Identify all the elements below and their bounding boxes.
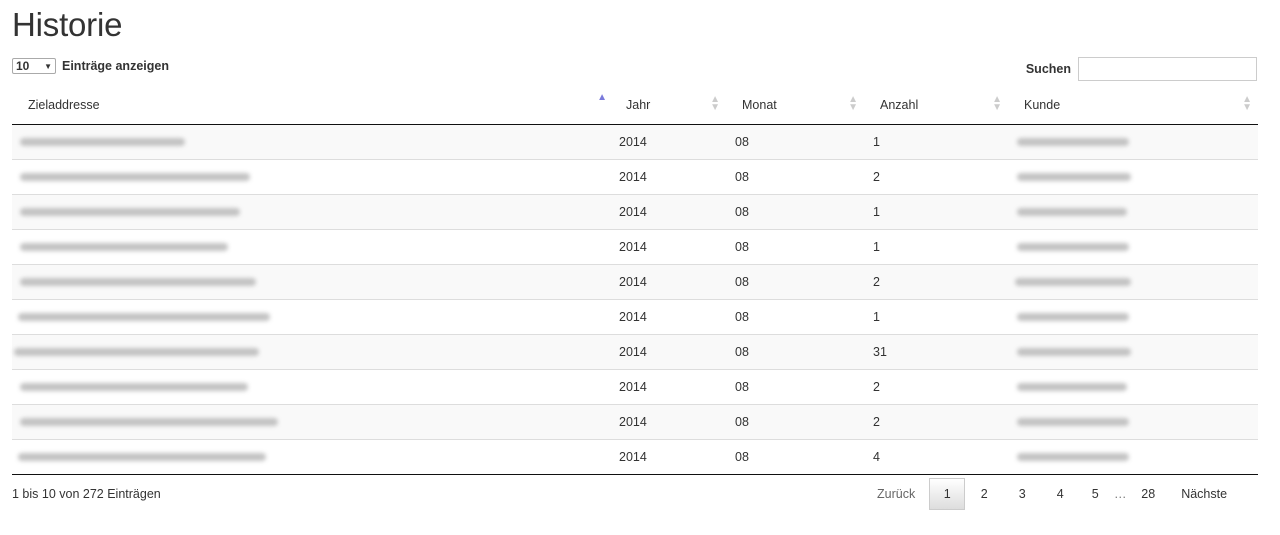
search-control: Suchen [1026,57,1257,81]
cell-monat: 08 [735,310,749,324]
sort-asc-icon: ▲ [597,92,607,103]
pagination-page-1[interactable]: 1 [929,478,966,510]
cell-anzahl: 4 [873,450,880,464]
address-redacted [14,335,259,369]
table-row: 2014 08 2 [12,265,1258,300]
cell-anzahl: 1 [873,205,880,219]
cell-monat: 08 [735,240,749,254]
column-header-label: Kunde [1024,98,1061,112]
page-length-value: 10 [16,59,30,73]
pagination-page-3[interactable]: 3 [1003,478,1041,510]
cell-jahr: 2014 [619,275,647,289]
cell-anzahl: 31 [873,345,887,359]
pagination-ellipsis: … [1113,487,1127,501]
customer-redacted [1017,405,1129,439]
table-row: 2014 08 31 [12,335,1258,370]
customer-redacted [1015,265,1131,299]
page-title: Historie [12,6,123,43]
address-redacted [20,230,228,264]
cell-anzahl: 1 [873,310,880,324]
cell-anzahl: 1 [873,135,880,149]
cell-anzahl: 2 [873,275,880,289]
sort-both-icon: ▲ ▼ [848,94,858,113]
customer-redacted [1017,195,1127,229]
chevron-down-icon: ▼ [44,61,52,71]
cell-monat: 08 [735,380,749,394]
cell-anzahl: 2 [873,380,880,394]
address-redacted [18,300,270,334]
column-header-kunde[interactable]: Kunde ▲ ▼ [1012,86,1252,124]
cell-jahr: 2014 [619,310,647,324]
cell-jahr: 2014 [619,450,647,464]
table-row: 2014 08 1 [12,125,1258,160]
table-row: 2014 08 1 [12,195,1258,230]
cell-monat: 08 [735,450,749,464]
cell-anzahl: 1 [873,240,880,254]
cell-jahr: 2014 [619,345,647,359]
search-label: Suchen [1025,62,1071,76]
pagination-prev-button[interactable]: Zurück [863,478,929,510]
address-redacted [20,195,240,229]
column-header-jahr[interactable]: Jahr ▲ ▼ [614,86,720,124]
pagination-page-last[interactable]: 28 [1129,478,1167,510]
cell-monat: 08 [735,135,749,149]
cell-jahr: 2014 [619,380,647,394]
column-header-label: Anzahl [880,98,919,112]
sort-both-icon: ▲ ▼ [710,94,720,113]
table-row: 2014 08 1 [12,230,1258,265]
customer-redacted [1017,125,1129,159]
address-redacted [20,160,250,194]
table-info: 1 bis 10 von 272 Einträgen [12,487,161,501]
cell-monat: 08 [735,415,749,429]
cell-jahr: 2014 [619,170,647,184]
table-header: Zieladdresse ▲ Jahr ▲ ▼ Monat ▲ ▼ Anzahl ▲… [12,86,1258,125]
column-header-label: Monat [742,98,777,112]
page-length-control: 10 ▼ Einträge anzeigen [12,58,169,74]
table-row: 2014 08 2 [12,160,1258,195]
column-header-anzahl[interactable]: Anzahl ▲ ▼ [868,86,1002,124]
cell-jahr: 2014 [619,135,647,149]
cell-anzahl: 2 [873,415,880,429]
pagination-page-2[interactable]: 2 [965,478,1003,510]
cell-monat: 08 [735,205,749,219]
column-header-monat[interactable]: Monat ▲ ▼ [730,86,858,124]
cell-monat: 08 [735,345,749,359]
address-redacted [20,405,278,439]
sort-both-icon: ▲ ▼ [992,94,1002,113]
pagination-page-4[interactable]: 4 [1041,478,1079,510]
cell-monat: 08 [735,275,749,289]
cell-anzahl: 2 [873,170,880,184]
table-row: 2014 08 2 [12,405,1258,440]
customer-redacted [1017,440,1129,474]
column-header-label: Jahr [626,98,651,112]
history-table: Zieladdresse ▲ Jahr ▲ ▼ Monat ▲ ▼ Anzahl ▲… [12,86,1258,475]
customer-redacted [1017,230,1129,264]
search-input[interactable] [1078,57,1257,81]
address-redacted [20,370,248,404]
table-row: 2014 08 4 [12,440,1258,475]
column-header-zieladdresse[interactable]: Zieladdresse ▲ [12,86,607,124]
customer-redacted [1017,300,1129,334]
address-redacted [20,125,185,159]
page-length-select[interactable]: 10 ▼ [12,58,56,74]
page-length-label: Einträge anzeigen [62,59,169,73]
address-redacted [18,440,266,474]
cell-jahr: 2014 [619,240,647,254]
pagination-page-5[interactable]: 5 [1079,478,1111,510]
table-row: 2014 08 1 [12,300,1258,335]
table-row: 2014 08 2 [12,370,1258,405]
cell-jahr: 2014 [619,205,647,219]
sort-both-icon: ▲ ▼ [1242,94,1252,113]
customer-redacted [1017,370,1127,404]
customer-redacted [1017,335,1131,369]
customer-redacted [1017,160,1131,194]
pagination: Zurück 1 2 3 4 5 … 28 Nächste [863,477,1241,511]
cell-jahr: 2014 [619,415,647,429]
cell-monat: 08 [735,170,749,184]
column-header-label: Zieladdresse [28,98,100,112]
address-redacted [20,265,256,299]
pagination-next-button[interactable]: Nächste [1167,478,1241,510]
table-body: 2014 08 1 2014 08 2 2014 08 1 2014 08 1 [12,125,1258,475]
